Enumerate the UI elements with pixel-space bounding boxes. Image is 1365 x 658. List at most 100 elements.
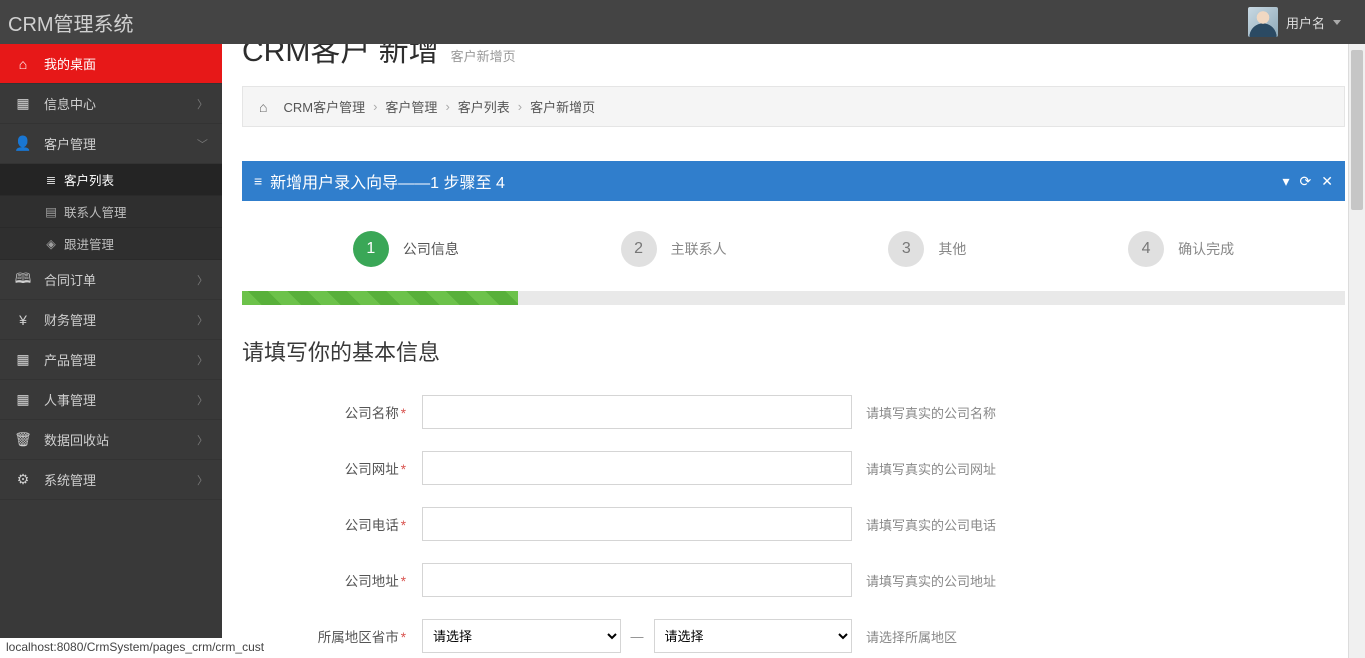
field-help: 请填写真实的公司地址 <box>866 571 1345 590</box>
wizard-panel-header: ≡ 新增用户录入向导——1 步骤至 4 ▾ ⟳ ✕ <box>242 161 1345 201</box>
step-number: 4 <box>1128 231 1164 267</box>
input-3[interactable] <box>422 563 852 597</box>
chevron-right-icon: 〉 <box>197 392 208 408</box>
sidebar-subitem-2-0[interactable]: ≣客户列表 <box>0 164 222 196</box>
step-number: 3 <box>888 231 924 267</box>
city-select[interactable]: 请选择 <box>654 619 853 653</box>
breadcrumb-separator: › <box>373 99 377 114</box>
field-help: 请填写真实的公司网址 <box>866 459 1345 478</box>
form-row-3: 公司地址* 请填写真实的公司地址 <box>242 563 1345 597</box>
sidebar-item-8[interactable]: ⚙ 系统管理 〉 <box>0 460 222 500</box>
close-icon[interactable]: ✕ <box>1321 173 1333 190</box>
sidebar-subitem-2-1[interactable]: ▤ 联系人管理 <box>0 196 222 228</box>
field-help: 请填写真实的公司名称 <box>866 403 1345 422</box>
breadcrumb-item-3: 客户新增页 <box>530 97 595 116</box>
field-label: 公司名称* <box>242 402 422 422</box>
form-row-2: 公司电话* 请填写真实的公司电话 <box>242 507 1345 541</box>
breadcrumb: ⌂ CRM客户管理 › 客户管理 › 客户列表 › 客户新增页 <box>242 86 1345 127</box>
wizard-progress <box>242 291 1345 305</box>
form-section-title: 请填写你的基本信息 <box>242 335 1345 367</box>
sidebar-item-label: 系统管理 <box>44 470 96 489</box>
chevron-right-icon: 〉 <box>197 432 208 448</box>
sidebar-item-label: 合同订单 <box>44 270 96 289</box>
wizard-step-1[interactable]: 1公司信息 <box>353 231 459 267</box>
chevron-right-icon: 〉 <box>197 96 208 112</box>
input-0[interactable] <box>422 395 852 429</box>
book-icon: ▤ <box>44 204 58 219</box>
sidebar-item-0[interactable]: ⌂ 我的桌面 <box>0 44 222 84</box>
menu-icon: ≡ <box>254 173 262 189</box>
wizard-step-2[interactable]: 2 主联系人 <box>621 231 727 267</box>
step-number: 1 <box>353 231 389 267</box>
collapse-icon[interactable]: ▾ <box>1283 173 1290 190</box>
breadcrumb-separator: › <box>518 99 522 114</box>
status-bar: localhost:8080/CrmSystem/pages_crm/crm_c… <box>0 638 270 658</box>
info-icon: ▦ <box>14 95 32 112</box>
sidebar: ⌂我的桌面▦信息中心〉👤客户管理〉≣客户列表▤联系人管理◈跟进管理🕮合同订单〉¥… <box>0 44 222 658</box>
sidebar-item-label: 数据回收站 <box>44 430 109 449</box>
home-icon: ⌂ <box>14 56 32 72</box>
wizard-steps: 1公司信息 2 主联系人 3 其他 4 确认完成 <box>242 201 1345 291</box>
dash-separator: — <box>631 629 644 644</box>
main-content: CRM客户 新增 客户新增页 ⌂CRM客户管理›客户管理›客户列表›客户新增页 … <box>222 44 1365 658</box>
form-row-0: 公司名称* 请填写真实的公司名称 <box>242 395 1345 429</box>
grid-icon: ▦ <box>14 391 32 408</box>
app-brand: CRM管理系统 <box>8 8 134 37</box>
province-select[interactable]: 请选择 <box>422 619 621 653</box>
sidebar-item-6[interactable]: ▦人事管理〉 <box>0 380 222 420</box>
breadcrumb-item-2[interactable]: 客户列表 <box>458 97 510 116</box>
layers-icon: ◈ <box>44 236 58 251</box>
sidebar-item-7[interactable]: 🗑 数据回收站 〉 <box>0 420 222 460</box>
refresh-icon[interactable]: ⟳ <box>1300 173 1312 190</box>
chevron-right-icon: 〉 <box>197 352 208 368</box>
step-label: 其他 <box>938 239 966 259</box>
input-1[interactable] <box>422 451 852 485</box>
yen-icon: ¥ <box>14 312 32 328</box>
user-name: 用户名 <box>1286 13 1325 32</box>
sidebar-item-label: 我的桌面 <box>44 54 96 73</box>
sidebar-item-3[interactable]: 🕮 合同订单 〉 <box>0 260 222 300</box>
sidebar-item-2[interactable]: 👤客户管理〉 <box>0 124 222 164</box>
sidebar-subitem-label: 客户列表 <box>64 170 114 189</box>
topbar: CRM管理系统 用户名 <box>0 0 1365 44</box>
sidebar-subitem-label: 联系人管理 <box>64 202 127 221</box>
sidebar-item-1[interactable]: ▦ 信息中心 〉 <box>0 84 222 124</box>
chevron-right-icon: 〉 <box>197 472 208 488</box>
field-label: 公司地址* <box>242 570 422 590</box>
step-label: 主联系人 <box>671 239 727 259</box>
breadcrumb-separator: › <box>445 99 449 114</box>
doc-icon: 🕮 <box>14 268 32 292</box>
field-help: 请填写真实的公司电话 <box>866 515 1345 534</box>
scrollbar-thumb[interactable] <box>1351 50 1363 210</box>
wizard-title: 新增用户录入向导——1 步骤至 4 <box>270 169 1282 193</box>
chevron-right-icon: 〉 <box>195 138 211 149</box>
user-menu[interactable]: 用户名 <box>1236 7 1365 37</box>
home-icon: ⌂ <box>259 99 267 115</box>
chevron-right-icon: 〉 <box>197 272 208 288</box>
sidebar-item-5[interactable]: ▦产品管理〉 <box>0 340 222 380</box>
page-title: CRM客户 新增 <box>242 44 439 70</box>
gear-icon: ⚙ <box>14 471 32 488</box>
vertical-scrollbar[interactable] <box>1348 44 1365 658</box>
input-2[interactable] <box>422 507 852 541</box>
sidebar-item-label: 产品管理 <box>44 350 96 369</box>
sidebar-subitem-2-2[interactable]: ◈ 跟进管理 <box>0 228 222 260</box>
step-label: 确认完成 <box>1178 239 1234 259</box>
form-row-4: 所属地区省市* 请选择 — 请选择 请选择所属地区 <box>242 619 1345 653</box>
avatar <box>1248 7 1278 37</box>
sidebar-item-label: 信息中心 <box>44 94 96 113</box>
sidebar-subitem-label: 跟进管理 <box>64 234 114 253</box>
breadcrumb-item-0[interactable]: CRM客户管理 <box>283 97 365 116</box>
chevron-down-icon <box>1333 20 1341 25</box>
sidebar-item-4[interactable]: ¥财务管理〉 <box>0 300 222 340</box>
breadcrumb-item-1[interactable]: 客户管理 <box>385 97 437 116</box>
wizard-form: 公司名称* 请填写真实的公司名称公司网址*请填写真实的公司网址公司电话* 请填写真实… <box>242 395 1345 653</box>
wizard-step-4[interactable]: 4 确认完成 <box>1128 231 1234 267</box>
form-row-1: 公司网址*请填写真实的公司网址 <box>242 451 1345 485</box>
page-subtitle: 客户新增页 <box>451 46 516 65</box>
sidebar-item-label: 客户管理 <box>44 134 96 153</box>
field-label: 公司电话* <box>242 514 422 534</box>
wizard-step-3[interactable]: 3 其他 <box>888 231 966 267</box>
step-number: 2 <box>621 231 657 267</box>
trash-icon: 🗑 <box>14 431 32 448</box>
